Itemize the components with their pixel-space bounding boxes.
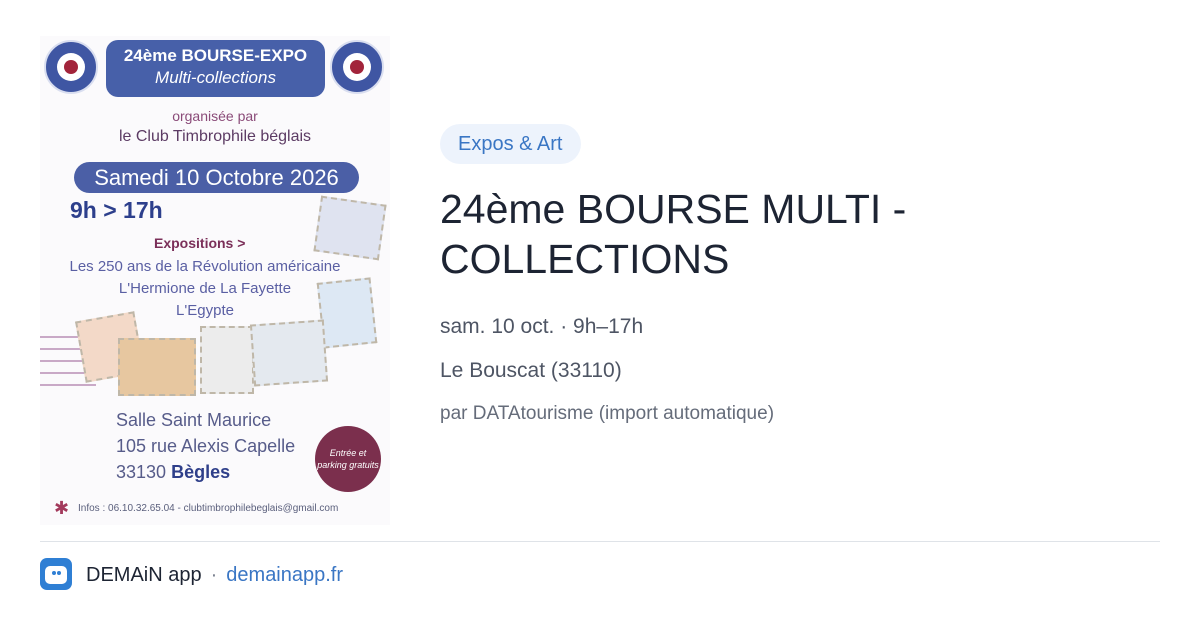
app-icon-eye — [57, 571, 61, 575]
poster-address-line: 105 rue Alexis Capelle — [116, 436, 296, 456]
app-name: DEMAiN app — [86, 564, 202, 586]
poster-club-name: le Club Timbrophile béglais — [118, 128, 312, 145]
poster-address-line: 33130 Bègles — [116, 462, 230, 483]
club-seal-left-icon — [44, 40, 98, 94]
poster-hours: 9h > 17h — [70, 197, 163, 223]
poster-title: 24ème BOURSE-EXPO — [123, 46, 308, 65]
footer-separator: · — [210, 564, 218, 586]
poster-free-entry-badge: Entrée et parking gratuits — [315, 426, 381, 492]
app-icon-face — [45, 566, 67, 584]
event-title: 24ème BOURSE MULTI - COLLECTIONS — [440, 186, 907, 282]
poster-organised-by: organisée par — [172, 108, 258, 124]
category-tag[interactable]: Expos & Art — [440, 124, 581, 164]
lafayette-stamp-image — [200, 326, 254, 394]
dominica-stamp-image — [316, 277, 378, 349]
club-seal-right-icon — [330, 40, 384, 94]
poster-city: Bègles — [171, 462, 231, 482]
ship-stamp-image — [249, 319, 329, 387]
poster-subtitle: Multi-collections — [155, 68, 276, 87]
app-icon-eye — [52, 571, 56, 575]
poster-exposition-item: Les 250 ans de la Révolution américaine — [69, 258, 341, 275]
poster-free-entry-text: Entrée et parking gratuits — [317, 448, 379, 470]
asterisk-icon: ✱ — [54, 498, 70, 518]
app-website-link[interactable]: demainapp.fr — [226, 562, 343, 588]
poster-address-line: Salle Saint Maurice — [116, 410, 272, 430]
event-datetime: sam. 10 oct. · 9h–17h — [440, 315, 644, 338]
footer-divider — [40, 541, 1160, 542]
event-poster-image: 24ème BOURSE-EXPO Multi-collections orga… — [40, 36, 390, 525]
footer-brand: DEMAiN app · demainapp.fr — [86, 562, 343, 588]
poster-date: Samedi 10 Octobre 2026 — [74, 162, 359, 193]
poster-postcode: 33130 — [116, 462, 167, 482]
event-source: par DATAtourisme (import automatique) — [440, 403, 775, 424]
flag-stamp-image — [313, 195, 387, 261]
poster-expositions-heading: Expositions > — [154, 235, 246, 251]
event-location: Le Bouscat (33110) — [440, 359, 622, 382]
demain-app-icon — [40, 558, 72, 590]
postmark-line — [40, 384, 96, 386]
poster-infos: Infos : 06.10.32.65.04 - clubtimbrophile… — [78, 503, 339, 514]
pyramid-stamp-image — [118, 338, 196, 396]
poster-title-box: 24ème BOURSE-EXPO Multi-collections — [106, 40, 325, 97]
